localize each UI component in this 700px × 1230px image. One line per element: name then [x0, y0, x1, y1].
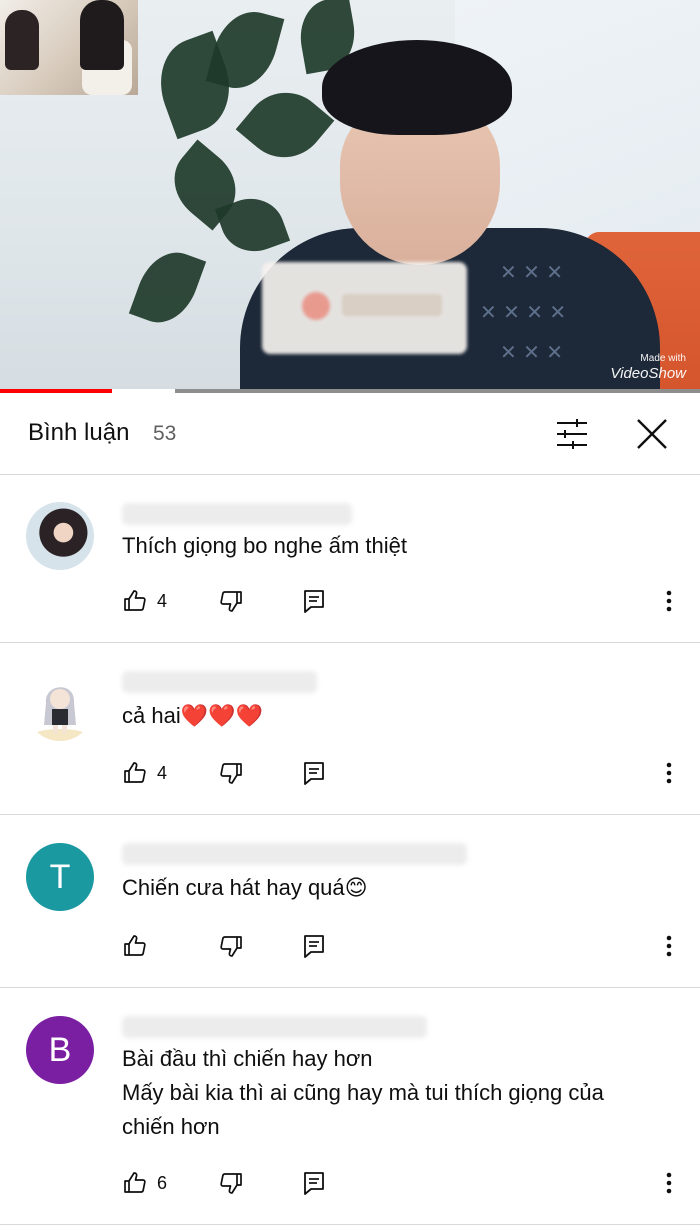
dislike-button[interactable] [219, 934, 243, 958]
tune-icon [557, 419, 587, 449]
reply-icon [304, 935, 324, 958]
like-count: 4 [157, 762, 168, 783]
blurred-sign [262, 262, 467, 354]
comment-text: Bài đầu thì chiến hay hơn Mấy bài kia th… [122, 1046, 604, 1139]
plant-leaf [235, 75, 335, 175]
avatar-letter: T [49, 857, 71, 896]
like-button[interactable]: 4 [123, 761, 167, 785]
comment-item: B Bài đầu thì chiến hay hơn Mấy bài kia … [0, 988, 700, 1225]
video-player[interactable]: ✕ ✕ ✕ ✕ ✕ ✕ ✕ ✕ ✕ ✕ Made with VideoShow [0, 0, 700, 392]
reply-button[interactable] [303, 1171, 325, 1195]
more-vert-icon [666, 1172, 672, 1194]
commenter-avatar[interactable]: T [26, 843, 94, 911]
comment-author-blurred [122, 1016, 427, 1038]
reply-button[interactable] [303, 589, 325, 613]
reply-icon [304, 762, 324, 785]
thumbs-down-icon [220, 763, 242, 784]
close-button[interactable] [627, 409, 677, 459]
commenter-avatar[interactable]: B [26, 1016, 94, 1084]
video-person-hair [322, 40, 512, 135]
close-icon [637, 419, 667, 449]
anime-avatar-icon [34, 687, 86, 741]
reply-icon [304, 590, 324, 613]
reply-button[interactable] [303, 934, 325, 958]
plant-leaf [128, 242, 207, 333]
comment-text: Chiến cưa hát hay quá😊 [122, 875, 368, 900]
like-count: 6 [157, 1172, 168, 1193]
reply-icon [304, 1172, 324, 1195]
video-watermark: Made with VideoShow [610, 354, 686, 382]
comment-author-blurred [122, 671, 317, 693]
comment-item: cả hai❤️❤️❤️ 4 [0, 643, 700, 815]
like-button[interactable]: 4 [123, 589, 167, 613]
sort-button[interactable] [547, 409, 597, 459]
comment-item: Thích giọng bo nghe ấm thiệt 4 [0, 475, 700, 643]
commenter-avatar[interactable] [26, 502, 94, 570]
video-inset-thumbnail [0, 0, 138, 95]
dislike-button[interactable] [219, 1171, 243, 1195]
thumbs-down-icon [220, 936, 242, 957]
comment-author-blurred [122, 503, 352, 525]
thumbs-up-icon [124, 935, 146, 956]
more-options-button[interactable] [658, 758, 680, 788]
thumbs-down-icon [220, 1173, 242, 1194]
watermark-brand-text: VideoShow [610, 365, 686, 382]
like-count: 4 [157, 590, 168, 611]
thumbs-up-icon [124, 1172, 146, 1193]
more-options-button[interactable] [658, 1168, 680, 1198]
like-button[interactable] [123, 934, 157, 958]
more-options-button[interactable] [658, 586, 680, 616]
comment-text: Thích giọng bo nghe ấm thiệt [122, 533, 407, 558]
comment-text: cả hai❤️❤️❤️ [122, 703, 263, 728]
more-vert-icon [666, 935, 672, 957]
shirt-pattern: ✕ ✕ ✕ ✕ [480, 300, 567, 324]
plant-leaf [205, 3, 285, 97]
avatar-letter: B [48, 1030, 72, 1069]
reply-button[interactable] [303, 761, 325, 785]
shirt-pattern: ✕ ✕ ✕ [500, 340, 563, 364]
comments-title: Bình luận [28, 419, 130, 446]
thumbs-up-icon [124, 762, 146, 783]
more-vert-icon [666, 590, 672, 612]
dislike-button[interactable] [219, 589, 243, 613]
like-button[interactable]: 6 [123, 1171, 167, 1195]
shirt-pattern: ✕ ✕ ✕ [500, 260, 563, 284]
comment-item: T Chiến cưa hát hay quá😊 [0, 815, 700, 988]
dislike-button[interactable] [219, 761, 243, 785]
watermark-small-text: Made with [640, 353, 686, 364]
more-vert-icon [666, 762, 672, 784]
thumbs-down-icon [220, 591, 242, 612]
commenter-avatar[interactable] [26, 673, 94, 741]
more-options-button[interactable] [658, 931, 680, 961]
thumbs-up-icon [124, 590, 146, 611]
comments-header: Bình luận 53 [0, 393, 700, 475]
comment-author-blurred [122, 843, 467, 865]
comments-count: 53 [153, 422, 177, 445]
